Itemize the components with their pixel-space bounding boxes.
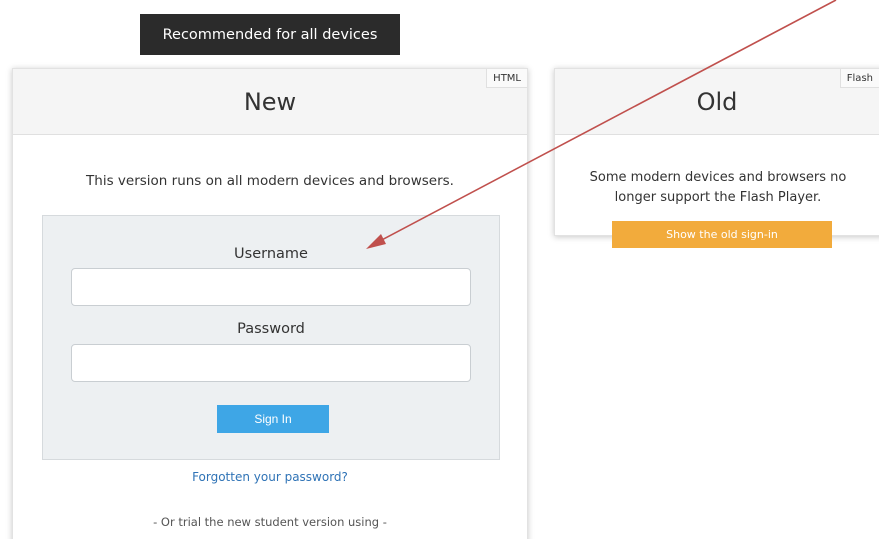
username-label: Username xyxy=(234,246,308,262)
old-panel-description: Some modern devices and browsers no long… xyxy=(555,168,879,208)
new-panel-description: This version runs on all modern devices … xyxy=(86,173,454,189)
username-input[interactable] xyxy=(71,268,471,306)
old-panel-header: Old Flash xyxy=(555,69,879,135)
old-description-line-2: longer support the Flash Player. xyxy=(614,190,822,205)
sign-in-button[interactable]: Sign In xyxy=(217,405,329,433)
flash-tag: Flash xyxy=(839,69,879,88)
new-version-panel: New HTML This version runs on all modern… xyxy=(12,68,528,539)
recommended-banner: Recommended for all devices xyxy=(140,14,400,55)
password-input[interactable] xyxy=(71,344,471,382)
html-tag: HTML xyxy=(486,69,527,88)
trial-student-text: - Or trial the new student version using… xyxy=(153,515,387,529)
new-panel-header: New HTML xyxy=(13,69,527,135)
old-description-line-1: Some modern devices and browsers no xyxy=(589,170,847,185)
old-panel-title: Old xyxy=(696,87,738,116)
password-label: Password xyxy=(237,321,305,337)
page: Recommended for all devices New HTML Thi… xyxy=(0,0,879,539)
old-version-panel: Old Flash Some modern devices and browse… xyxy=(554,68,879,248)
forgot-password-link[interactable]: Forgotten your password? xyxy=(13,470,527,484)
show-old-sign-in-button[interactable]: Show the old sign-in xyxy=(612,221,832,248)
login-form: Username Password Sign In xyxy=(42,215,500,460)
new-panel-title: New xyxy=(243,87,297,116)
